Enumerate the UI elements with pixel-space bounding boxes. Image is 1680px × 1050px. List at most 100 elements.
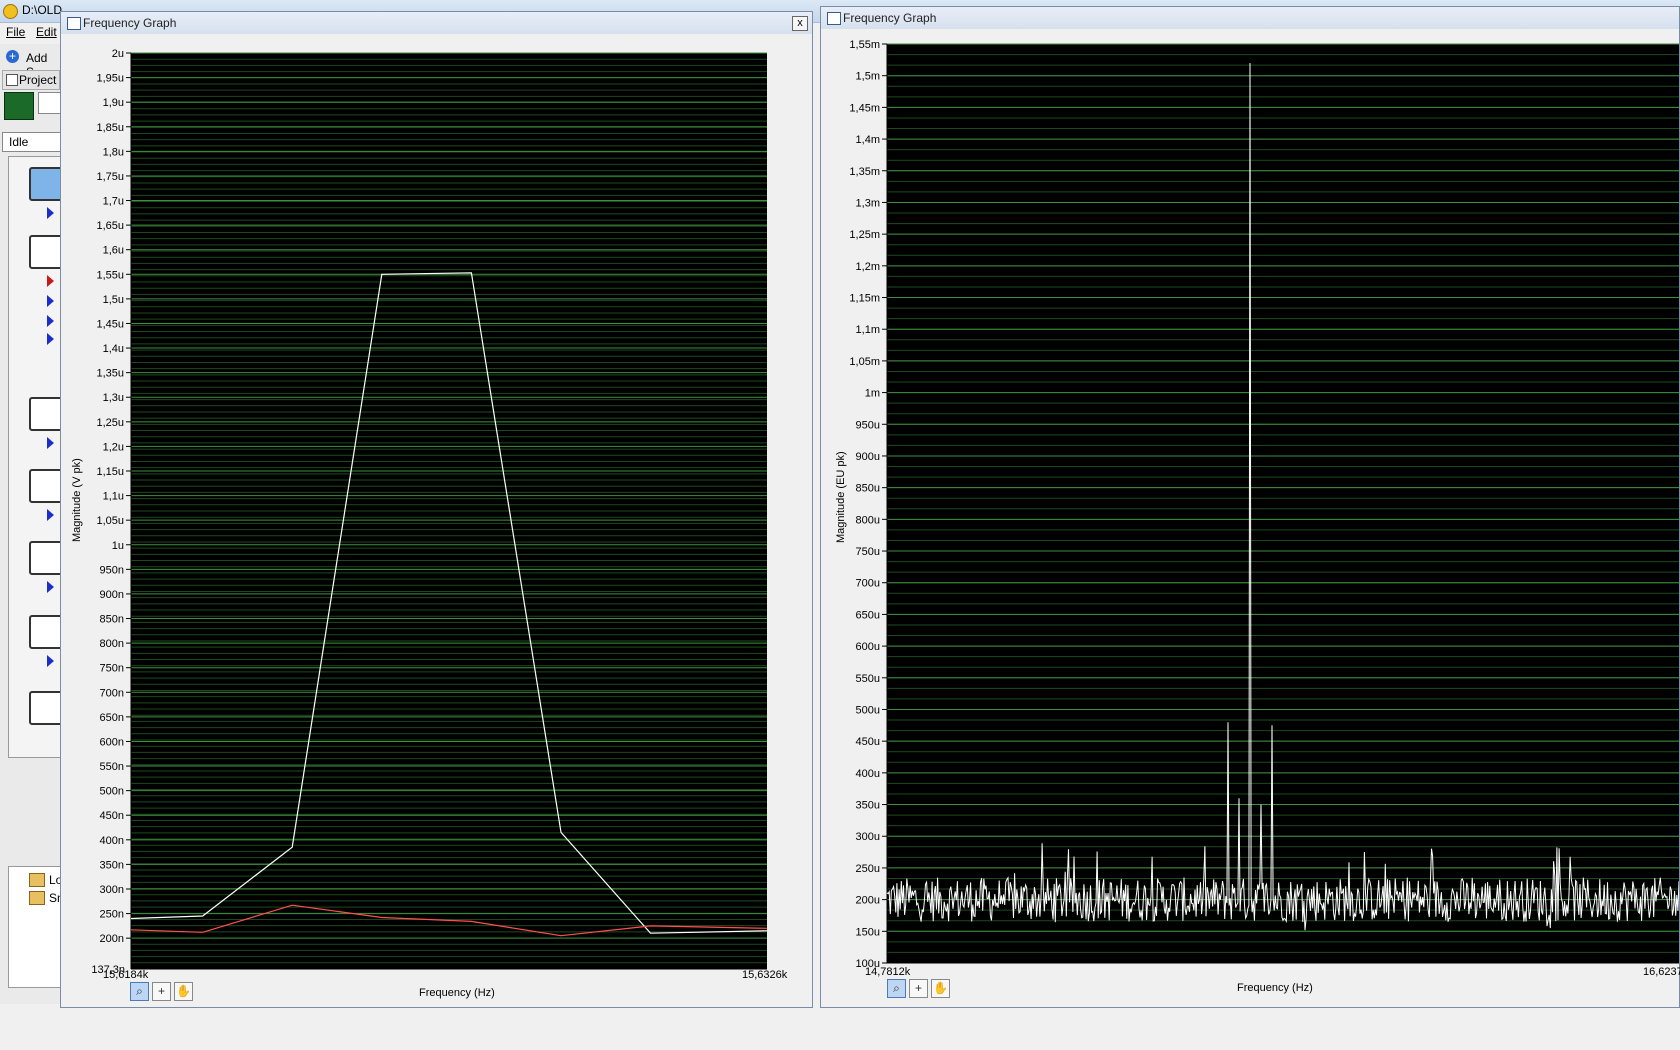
signal-express-icon bbox=[4, 92, 34, 120]
add-step-button[interactable]: + Add S bbox=[4, 48, 58, 79]
step-arrow bbox=[47, 315, 54, 327]
y-tick-label: 650u bbox=[856, 609, 880, 621]
y-tick-label: 450u bbox=[856, 736, 880, 748]
y-tick-label: 1,4u bbox=[103, 343, 124, 355]
y-tick-label: 1,65u bbox=[96, 220, 124, 232]
y-tick-label: 1,35m bbox=[849, 166, 880, 178]
y-tick-label: 150u bbox=[856, 926, 880, 938]
y-tick-label: 850n bbox=[100, 614, 124, 626]
y-tick-label: 1,4m bbox=[856, 134, 880, 146]
y-tick-label: 1,8u bbox=[103, 146, 124, 158]
step-arrow bbox=[47, 275, 54, 287]
y-tick-label: 250u bbox=[856, 863, 880, 875]
close-button[interactable]: x bbox=[792, 16, 808, 31]
y-tick-label: 800u bbox=[856, 514, 880, 526]
project-tab[interactable]: Project bbox=[2, 70, 60, 90]
crosshair-icon[interactable]: + bbox=[909, 979, 928, 998]
crosshair-icon[interactable]: + bbox=[152, 982, 171, 1001]
y-tick-label: 300n bbox=[100, 884, 124, 896]
hand-icon[interactable]: ✋ bbox=[931, 979, 950, 998]
y-tick-label: 900n bbox=[100, 589, 124, 601]
window-titlebar[interactable]: Frequency Graph bbox=[821, 7, 1679, 29]
y-tick-label: 200n bbox=[100, 933, 124, 945]
y-tick-label: 850u bbox=[856, 483, 880, 495]
y-tick-label: 1,15u bbox=[96, 466, 124, 478]
y-tick-label: 1,7u bbox=[103, 196, 124, 208]
y-tick-label: 1,9u bbox=[103, 97, 124, 109]
x-start-label: 14,7812k bbox=[865, 966, 911, 978]
y-tick-label: 550u bbox=[856, 673, 880, 685]
menu-file[interactable]: File bbox=[6, 25, 25, 39]
y-tick-label: 1,6u bbox=[103, 245, 124, 257]
hand-icon[interactable]: ✋ bbox=[174, 982, 193, 1001]
folder-icon bbox=[29, 891, 45, 905]
window-title: Frequency Graph bbox=[83, 16, 177, 30]
y-tick-label: 950n bbox=[100, 564, 124, 576]
y-tick-label: 550n bbox=[100, 761, 124, 773]
window-titlebar[interactable]: Frequency Graph x bbox=[61, 12, 812, 34]
y-tick-label: 1,1u bbox=[103, 491, 124, 503]
y-tick-label: 1,3u bbox=[103, 392, 124, 404]
step-arrow bbox=[47, 295, 54, 307]
zoom-icon[interactable]: ⌕ bbox=[887, 979, 906, 998]
y-tick-label: 350n bbox=[100, 859, 124, 871]
y-tick-label: 700n bbox=[100, 687, 124, 699]
status-field: Idle bbox=[2, 132, 62, 152]
y-tick-label: 750n bbox=[100, 663, 124, 675]
y-tick-label: 1,25m bbox=[849, 229, 880, 241]
folder-icon bbox=[29, 873, 45, 887]
step-arrow bbox=[47, 581, 54, 593]
y-tick-label: 1,35u bbox=[96, 368, 124, 380]
y-tick-label: 1,95u bbox=[96, 73, 124, 85]
graph-window-icon bbox=[67, 17, 81, 30]
step-list bbox=[8, 156, 67, 758]
y-tick-label: 600u bbox=[856, 641, 880, 653]
y-tick-label: 900u bbox=[856, 451, 880, 463]
tree-panel: Lo Sn bbox=[8, 866, 64, 988]
x-end-label: 15,6326k bbox=[742, 969, 788, 981]
y-tick-label: 200u bbox=[856, 895, 880, 907]
menu-edit[interactable]: Edit bbox=[36, 25, 57, 39]
y-tick-label: 700u bbox=[856, 578, 880, 590]
y-tick-label: 1,05u bbox=[96, 515, 124, 527]
y-tick-label: 2u bbox=[112, 48, 124, 60]
step-arrow bbox=[47, 509, 54, 521]
y-tick-label: 800n bbox=[100, 638, 124, 650]
y-tick-label: 1,45m bbox=[849, 102, 880, 114]
y-tick-label: 1,45u bbox=[96, 318, 124, 330]
frequency-chart-right[interactable]: 1,55m 1,5m 1,45m 1,4m 1,35m 1,3m 1,25m 1,2m 1,15… bbox=[821, 29, 1679, 969]
y-tick-label: 1,55m bbox=[849, 39, 880, 51]
y-tick-label: 1,05m bbox=[849, 356, 880, 368]
frequency-chart-left[interactable]: 2u 1,95u 1,9u 1,85u 1,8u 1,75u 1,7u 1,65u 1,6u 1,… bbox=[61, 34, 812, 974]
x-axis-label: Frequency (Hz) bbox=[419, 987, 495, 999]
y-tick-label: 1,2u bbox=[103, 441, 124, 453]
y-tick-label: 1,15m bbox=[849, 293, 880, 305]
y-tick-label: 400u bbox=[856, 768, 880, 780]
y-tick-label: 1,5m bbox=[856, 71, 880, 83]
app-icon bbox=[3, 4, 18, 19]
step-arrow bbox=[47, 333, 54, 345]
y-tick-label: 450n bbox=[100, 810, 124, 822]
step-arrow bbox=[47, 437, 54, 449]
y-tick-label: 1,2m bbox=[856, 261, 880, 273]
mode-select[interactable] bbox=[38, 92, 62, 114]
plus-circle-icon: + bbox=[6, 50, 19, 63]
y-tick-label: 1,1m bbox=[856, 324, 880, 336]
background-left-panel: + Add S Project Idle bbox=[0, 44, 67, 1004]
y-tick-label: 1,3m bbox=[856, 197, 880, 209]
background-title: D:\OLD bbox=[22, 3, 63, 17]
project-icon bbox=[6, 74, 18, 86]
graph-window-icon bbox=[827, 12, 841, 25]
y-tick-label: 400n bbox=[100, 835, 124, 847]
y-tick-label: 500n bbox=[100, 786, 124, 798]
plot-area bbox=[887, 44, 1679, 963]
x-axis-label: Frequency (Hz) bbox=[1237, 982, 1313, 994]
step-arrow bbox=[47, 655, 54, 667]
y-tick-label: 1m bbox=[865, 388, 880, 400]
y-tick-label: 250n bbox=[100, 909, 124, 921]
y-tick-label: 350u bbox=[856, 800, 880, 812]
window-title: Frequency Graph bbox=[843, 11, 937, 25]
y-tick-label: 1,55u bbox=[96, 269, 124, 281]
zoom-icon[interactable]: ⌕ bbox=[130, 982, 149, 1001]
menu-bar: File Edit bbox=[0, 23, 62, 43]
